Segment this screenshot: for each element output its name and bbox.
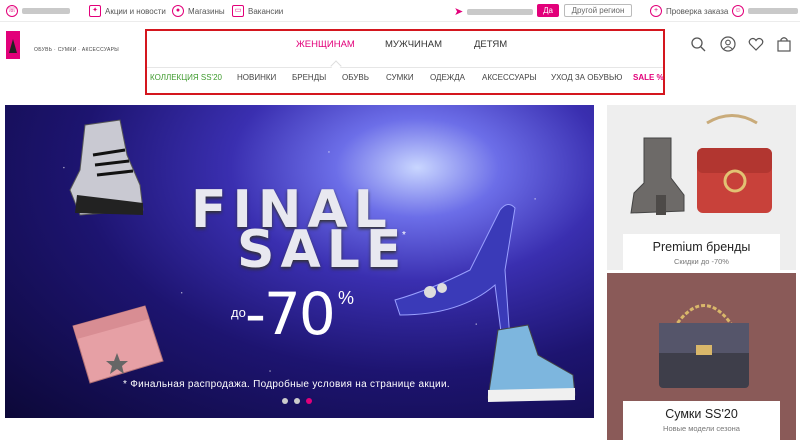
subnav-collection[interactable]: КОЛЛЕКЦИЯ SS'20 (150, 73, 222, 82)
promo-link[interactable]: ✦ Акции и новости (89, 5, 166, 17)
nav-women[interactable]: ЖЕНЩИНАМ (296, 39, 355, 50)
shopping-bag-icon (777, 37, 791, 52)
subnav-shoe-care[interactable]: УХОД ЗА ОБУВЬЮ (551, 73, 622, 82)
subnav-bags[interactable]: СУМКИ (386, 73, 414, 82)
favorites-button[interactable] (748, 36, 764, 57)
hero-discount-prefix: до (231, 305, 246, 320)
active-nav-caret (330, 60, 342, 72)
brand-tagline: ОБУВЬ · СУМКИ · АКСЕССУАРЫ (34, 47, 119, 53)
hero-caption: * Финальная распродажа. Подробные услови… (123, 379, 450, 390)
navigation-highlight-box: ЖЕНЩИНАМ МУЖЧИНАМ ДЕТЯМ КОЛЛЕКЦИЯ SS'20 … (145, 29, 665, 95)
promo-card-title: Premium бренды (652, 240, 751, 254)
promo-card-label: Premium бренды Скидки до -70% (623, 234, 780, 272)
phone-icon: ☏ (6, 5, 18, 17)
promo-label: Акции и новости (105, 6, 166, 16)
carousel-dot[interactable] (294, 398, 300, 404)
subnav-clothing[interactable]: ОДЕЖДА (430, 73, 465, 82)
carousel-dot[interactable] (282, 398, 288, 404)
confirm-region-button[interactable]: Да (537, 4, 559, 17)
hero-banner[interactable]: FINAL SALE * до -70 % * Финальная распро… (5, 105, 594, 418)
search-icon (691, 37, 706, 52)
user-circle-icon (720, 36, 736, 52)
jobs-link[interactable]: ▭ Вакансии (232, 5, 283, 17)
region-item: ➤ (454, 5, 534, 18)
crosshair-icon: + (650, 5, 662, 17)
promo-card-premium[interactable]: Premium бренды Скидки до -70% (607, 105, 796, 272)
promo-card-subtitle: Скидки до -70% (674, 257, 729, 266)
cart-button[interactable] (776, 36, 792, 57)
navigation-arrow-icon: ➤ (454, 6, 464, 18)
promo-card-subtitle: Новые модели сезона (663, 424, 740, 433)
nav-divider (147, 67, 663, 68)
user-icon: ☺ (732, 5, 744, 17)
tweed-bag-image (659, 304, 749, 388)
hero-asterisk: * (402, 230, 406, 241)
search-button[interactable] (690, 36, 706, 57)
grey-ankle-boot-image (630, 137, 685, 215)
subnav-accessories[interactable]: АКСЕССУАРЫ (482, 73, 537, 82)
hero-percent-sign: % (338, 288, 355, 308)
hero-discount-value: -70 (245, 280, 336, 348)
jobs-label: Вакансии (248, 6, 284, 16)
account-item[interactable]: ☺ (732, 5, 798, 17)
carousel-dots (282, 398, 312, 404)
hero-title-line2: SALE (237, 220, 408, 280)
subnav-sale[interactable]: SALE % (633, 73, 664, 82)
carousel-dot-active[interactable] (306, 398, 312, 404)
account-redacted (748, 8, 798, 14)
phone-number-redacted (22, 8, 70, 14)
subnav-shoes[interactable]: ОБУВЬ (342, 73, 369, 82)
region-name-redacted (467, 8, 534, 15)
silver-boot-image (69, 119, 144, 216)
top-bar: ☏ ✦ Акции и новости ● Магазины ▭ Ваканси… (0, 0, 800, 22)
location-pin-icon: ● (172, 5, 184, 17)
pink-bag-image (72, 305, 164, 384)
stores-label: Магазины (188, 6, 225, 16)
stores-link[interactable]: ● Магазины (172, 5, 225, 17)
subnav-new[interactable]: НОВИНКИ (237, 73, 276, 82)
red-bag-image (697, 114, 772, 213)
promo-card-label: Сумки SS'20 Новые модели сезона (623, 401, 780, 441)
promo-card-bags[interactable]: Сумки SS'20 Новые модели сезона (607, 273, 796, 441)
blue-heel-image (394, 204, 516, 340)
check-order-link[interactable]: + Проверка заказа (650, 5, 728, 17)
sneaker-image (487, 324, 576, 402)
gift-icon: ✦ (89, 5, 101, 17)
brand-logo[interactable] (6, 31, 20, 59)
promo-card-title: Сумки SS'20 (665, 407, 738, 421)
nav-men[interactable]: МУЖЧИНАМ (385, 39, 442, 50)
other-region-button[interactable]: Другой регион (564, 4, 632, 17)
nav-kids[interactable]: ДЕТЯМ (474, 39, 507, 50)
briefcase-icon: ▭ (232, 5, 244, 17)
check-order-label: Проверка заказа (666, 6, 729, 16)
account-button[interactable] (720, 36, 736, 57)
subnav-brands[interactable]: БРЕНДЫ (292, 73, 326, 82)
heart-icon (748, 37, 764, 51)
phone-item[interactable]: ☏ (6, 5, 70, 17)
